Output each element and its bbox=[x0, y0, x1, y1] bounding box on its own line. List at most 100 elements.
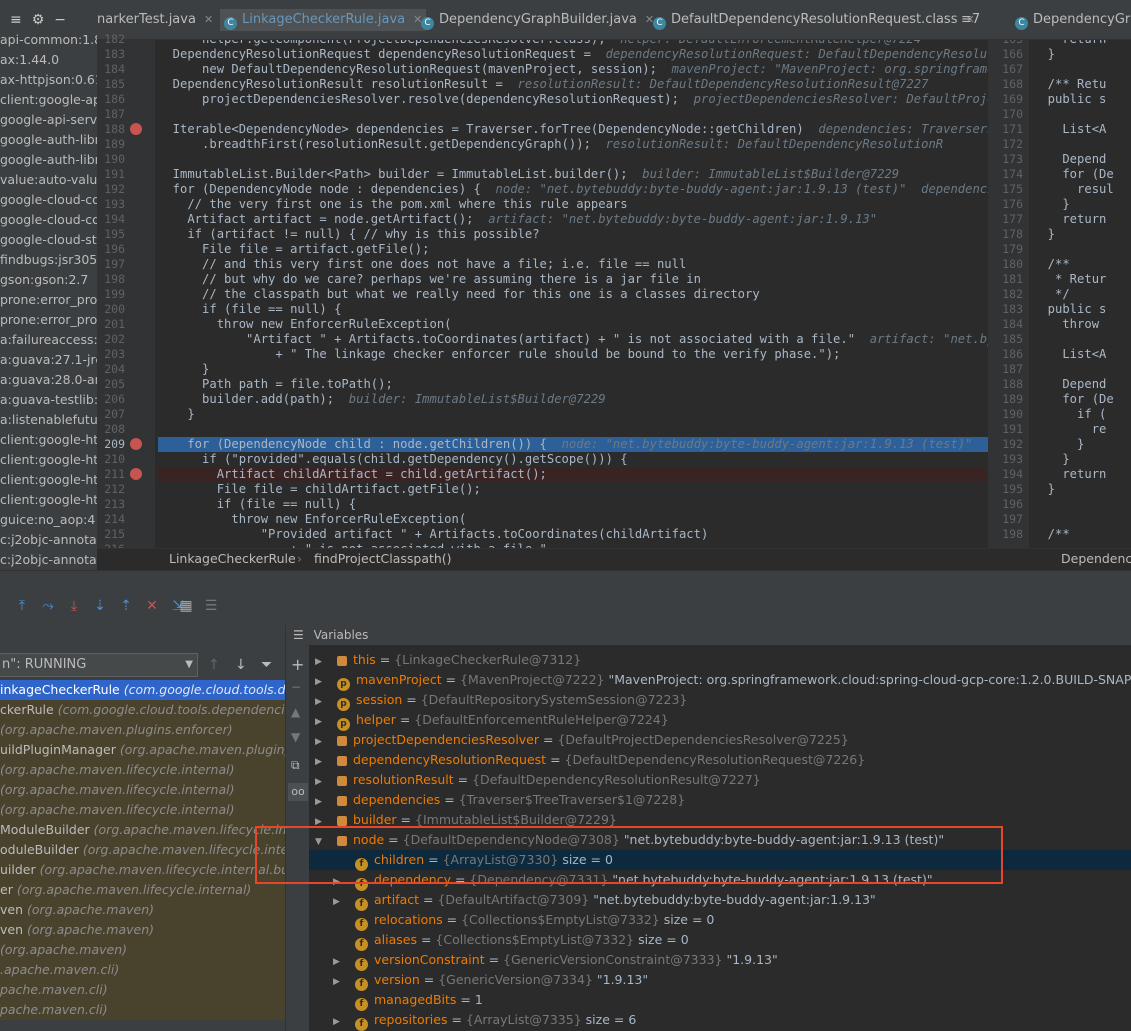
step-over-icon[interactable]: ⤳ bbox=[40, 598, 56, 614]
project-tree-item[interactable]: client:google-htt bbox=[0, 490, 97, 510]
stack-frame[interactable]: (org.apache.maven.plugins.enforcer) bbox=[0, 720, 285, 740]
watches-toggle-icon[interactable]: oo bbox=[288, 783, 308, 801]
stack-frame[interactable]: uilder (org.apache.maven.lifecycle.inter… bbox=[0, 860, 285, 880]
close-icon[interactable]: ✕ bbox=[204, 13, 213, 26]
stack-frame[interactable]: er (org.apache.maven.lifecycle.internal) bbox=[0, 880, 285, 900]
stack-frame[interactable]: inkageCheckerRule (com.google.cloud.tool… bbox=[0, 680, 285, 700]
expand-arrow-icon[interactable]: ▶ bbox=[333, 892, 343, 912]
project-tree-item[interactable]: ax:1.44.0 bbox=[0, 50, 97, 70]
project-tree-item[interactable]: gson:gson:2.7 bbox=[0, 270, 97, 290]
variable-row[interactable]: ▶ f repositories = {ArrayList@7335} size =… bbox=[309, 1010, 1131, 1031]
variable-row[interactable]: ▶ projectDependenciesResolver = {DefaultP… bbox=[309, 730, 1131, 750]
project-tree-item[interactable]: client:google-htt bbox=[0, 470, 97, 490]
expand-arrow-icon[interactable]: ▶ bbox=[333, 952, 343, 972]
show-execution-point-icon[interactable]: ⤒ bbox=[14, 598, 30, 614]
project-tree-item[interactable]: google-cloud-co bbox=[0, 190, 97, 210]
stack-frame[interactable]: uildPluginManager (org.apache.maven.plug… bbox=[0, 740, 285, 760]
add-watch-icon[interactable]: + bbox=[291, 655, 304, 674]
project-tree-item[interactable]: google-auth-libra bbox=[0, 130, 97, 150]
project-tree-item[interactable]: google-auth-libra bbox=[0, 150, 97, 170]
editor-tab[interactable]: C DependencyGraphBuilder.java ✕ bbox=[421, 9, 654, 31]
editor-tab[interactable]: ≡7 bbox=[961, 9, 980, 31]
editor-tab[interactable]: C DefaultDependencyResolutionRequest.clas… bbox=[653, 9, 975, 31]
expand-arrow-icon[interactable]: ▶ bbox=[315, 672, 325, 692]
stack-frame[interactable]: oduleBuilder (org.apache.maven.lifecycle… bbox=[0, 840, 285, 860]
trace-icon[interactable]: ☰ bbox=[203, 598, 219, 614]
copy-icon[interactable]: ⧉ bbox=[291, 758, 300, 773]
project-tree-item[interactable]: value:auto-value bbox=[0, 170, 97, 190]
breakpoint-icon[interactable] bbox=[130, 123, 142, 135]
breakpoint-icon[interactable] bbox=[130, 438, 142, 450]
drop-frame-icon[interactable]: ✕ bbox=[144, 598, 160, 614]
force-step-into-icon[interactable]: ⇣ bbox=[92, 598, 108, 614]
remove-watch-icon[interactable]: − bbox=[291, 680, 301, 694]
split-editor-right[interactable]: 1651661671681691701711721731741751761771… bbox=[988, 40, 1131, 548]
expand-arrow-icon[interactable]: ▶ bbox=[315, 732, 325, 752]
breakpoint-icon[interactable] bbox=[130, 468, 142, 480]
project-tree-item[interactable]: google-cloud-co bbox=[0, 210, 97, 230]
prev-frame-icon[interactable]: ↑ bbox=[208, 657, 220, 673]
variable-row[interactable]: f managedBits = 1 bbox=[309, 990, 1131, 1011]
move-down-icon[interactable]: ▼ bbox=[291, 730, 300, 744]
breadcrumb-method[interactable]: findProjectClasspath() bbox=[314, 549, 452, 569]
variable-row[interactable]: ▶ p session = {DefaultRepositorySystemSess… bbox=[309, 690, 1131, 712]
variable-row[interactable]: ▶ p helper = {DefaultEnforcementRuleHelper… bbox=[309, 710, 1131, 732]
project-tree-item[interactable]: a:failureaccess:1 bbox=[0, 330, 97, 350]
project-tree-item[interactable]: client:google-htt bbox=[0, 450, 97, 470]
expand-arrow-icon[interactable]: ▶ bbox=[315, 692, 325, 712]
expand-arrow-icon[interactable]: ▶ bbox=[333, 1012, 343, 1031]
expand-arrow-icon[interactable]: ▶ bbox=[315, 772, 325, 792]
stack-frame[interactable]: ckerRule (com.google.cloud.tools.depende… bbox=[0, 700, 285, 720]
breadcrumb-class[interactable]: LinkageCheckerRule bbox=[169, 549, 296, 569]
editor-tab[interactable]: C DependencyGraph bbox=[1015, 9, 1131, 31]
project-tree-item[interactable]: client:google-htt bbox=[0, 430, 97, 450]
variable-row[interactable]: ▶ this = {LinkageCheckerRule@7312} bbox=[309, 650, 1131, 670]
project-tree-item[interactable]: client:google-api-c bbox=[0, 90, 97, 110]
project-tree-item[interactable]: a:guava-testlib:2 bbox=[0, 390, 97, 410]
expand-arrow-icon[interactable]: ▶ bbox=[315, 792, 325, 812]
variable-row[interactable]: ▶ dependencies = {Traverser$TreeTraverser… bbox=[309, 790, 1131, 810]
expand-arrow-icon[interactable]: ▶ bbox=[315, 652, 325, 672]
next-frame-icon[interactable]: ↓ bbox=[235, 657, 247, 673]
project-tree-item[interactable]: findbugs:jsr305 bbox=[0, 250, 97, 270]
expand-arrow-icon[interactable]: ▶ bbox=[315, 752, 325, 772]
project-tree-item[interactable]: ax-httpjson:0.61 bbox=[0, 70, 97, 90]
project-tree-item[interactable]: google-api-servic bbox=[0, 110, 97, 130]
variable-row[interactable]: ▶ resolutionResult = {DefaultDependencyRe… bbox=[309, 770, 1131, 790]
stack-frame[interactable]: (org.apache.maven) bbox=[0, 940, 285, 960]
project-tree-item[interactable]: google-cloud-st bbox=[0, 230, 97, 250]
project-tree-item[interactable]: a:guava:27.1-jre bbox=[0, 350, 97, 370]
chevron-down-icon[interactable]: ▼ bbox=[185, 654, 193, 676]
variable-row[interactable]: f relocations = {Collections$EmptyList@73… bbox=[309, 910, 1131, 931]
editor-tab[interactable]: C LinkageCheckerRule.java ✕ bbox=[220, 9, 427, 31]
stack-frame[interactable]: (org.apache.maven.lifecycle.internal) bbox=[0, 800, 285, 820]
gear-icon[interactable]: ⚙ bbox=[32, 12, 45, 28]
minimize-icon[interactable]: − bbox=[54, 12, 66, 28]
project-tree-item[interactable]: guice:no_aop:4 bbox=[0, 510, 97, 530]
project-tree-item[interactable]: prone:error_pron bbox=[0, 290, 97, 310]
stack-frame[interactable]: pache.maven.cli) bbox=[0, 980, 285, 1000]
project-tree-item[interactable]: a:guava:28.0-an bbox=[0, 370, 97, 390]
evaluate-expression-icon[interactable]: ▦ bbox=[178, 598, 194, 614]
variable-row[interactable]: ▶ f version = {GenericVersion@7334} "1.9.1… bbox=[309, 970, 1131, 992]
frames-list[interactable]: inkageCheckerRule (com.google.cloud.tool… bbox=[0, 680, 285, 1031]
stack-frame[interactable]: pache.maven.cli) bbox=[0, 1000, 285, 1020]
expand-arrow-icon[interactable]: ▶ bbox=[315, 712, 325, 732]
step-out-icon[interactable]: ⇡ bbox=[118, 598, 134, 614]
stack-frame[interactable]: (org.apache.maven.lifecycle.internal) bbox=[0, 780, 285, 800]
hamburger-icon[interactable]: ≡ bbox=[10, 12, 22, 28]
variable-row[interactable]: ▶ dependencyResolutionRequest = {DefaultD… bbox=[309, 750, 1131, 770]
editor-tab[interactable]: narkerTest.java ✕ bbox=[97, 9, 213, 31]
project-tree-item[interactable]: c:j2objc-annotat bbox=[0, 550, 97, 570]
stack-frame[interactable]: .apache.maven.cli) bbox=[0, 960, 285, 980]
variable-row[interactable]: f aliases = {Collections$EmptyList@7332} … bbox=[309, 930, 1131, 951]
breadcrumb-right[interactable]: Dependenc bbox=[1061, 549, 1131, 569]
variable-row[interactable]: ▶ p mavenProject = {MavenProject@7222} "Ma… bbox=[309, 670, 1131, 692]
move-up-icon[interactable]: ▲ bbox=[291, 705, 300, 719]
step-into-icon[interactable]: ⤓ bbox=[66, 598, 82, 614]
expand-arrow-icon[interactable]: ▶ bbox=[333, 972, 343, 992]
variable-row[interactable]: ▶ f artifact = {DefaultArtifact@7309} "net… bbox=[309, 890, 1131, 912]
stack-frame[interactable]: ven (org.apache.maven) bbox=[0, 900, 285, 920]
filter-icon[interactable]: ⏷ bbox=[261, 657, 272, 673]
project-tree-item[interactable]: prone:error_pron bbox=[0, 310, 97, 330]
